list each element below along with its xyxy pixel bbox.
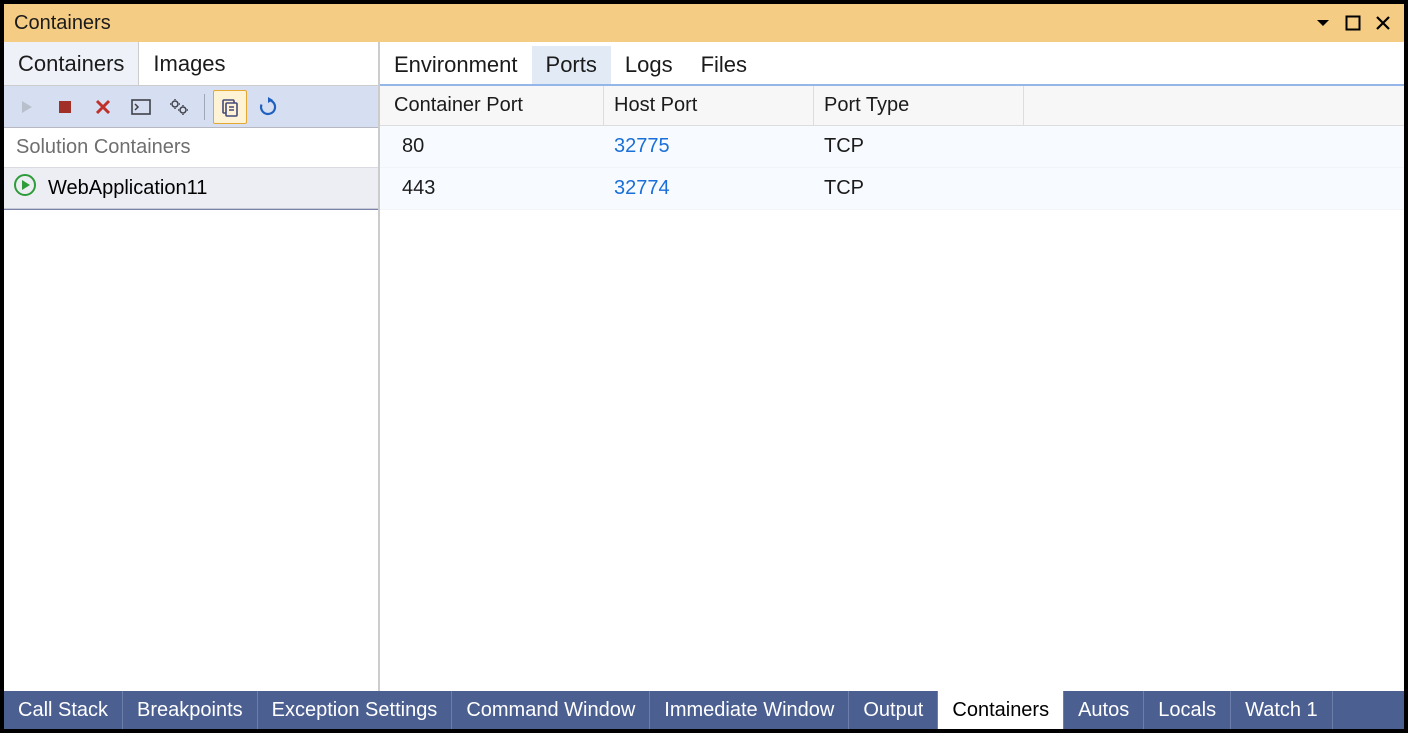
cell-host-port[interactable]: 32774 bbox=[604, 168, 814, 209]
bottom-tab-watch-1[interactable]: Watch 1 bbox=[1231, 691, 1333, 729]
bottom-tab-command-window[interactable]: Command Window bbox=[452, 691, 650, 729]
cell-container-port: 80 bbox=[380, 126, 604, 167]
window-options-button[interactable] bbox=[1308, 4, 1338, 42]
cell-port-type: TCP bbox=[814, 168, 1024, 209]
tab-logs[interactable]: Logs bbox=[611, 46, 687, 84]
ports-table: Container Port Host Port Port Type 80327… bbox=[380, 86, 1404, 210]
run-icon bbox=[14, 174, 36, 202]
table-header: Container Port Host Port Port Type bbox=[380, 86, 1404, 126]
cell-host-port[interactable]: 32775 bbox=[604, 126, 814, 167]
tab-images[interactable]: Images bbox=[139, 42, 239, 85]
toolbar-separator bbox=[204, 94, 205, 120]
col-port-type[interactable]: Port Type bbox=[814, 86, 1024, 125]
maximize-button[interactable] bbox=[1338, 4, 1368, 42]
bottom-tab-immediate-window[interactable]: Immediate Window bbox=[650, 691, 849, 729]
window-frame: Containers Containers Images bbox=[4, 4, 1404, 729]
col-container-port[interactable]: Container Port bbox=[380, 86, 604, 125]
left-panel: Containers Images bbox=[4, 42, 380, 691]
left-toolbar bbox=[4, 86, 378, 128]
bottom-tab-autos[interactable]: Autos bbox=[1064, 691, 1144, 729]
tab-files[interactable]: Files bbox=[687, 46, 761, 84]
titlebar: Containers bbox=[4, 4, 1404, 42]
stop-button[interactable] bbox=[48, 90, 82, 124]
cell-container-port: 443 bbox=[380, 168, 604, 209]
right-panel: Environment Ports Logs Files Container P… bbox=[380, 42, 1404, 691]
bottom-tab-locals[interactable]: Locals bbox=[1144, 691, 1231, 729]
start-button[interactable] bbox=[10, 90, 44, 124]
cell-port-type: TCP bbox=[814, 126, 1024, 167]
close-button[interactable] bbox=[1368, 4, 1398, 42]
solution-containers-header: Solution Containers bbox=[4, 128, 378, 167]
tab-ports[interactable]: Ports bbox=[532, 46, 611, 84]
copy-button[interactable] bbox=[213, 90, 247, 124]
table-row[interactable]: 44332774TCP bbox=[380, 168, 1404, 210]
container-item[interactable]: WebApplication11 bbox=[4, 167, 378, 209]
tab-environment[interactable]: Environment bbox=[380, 46, 532, 84]
window-title: Containers bbox=[4, 12, 111, 35]
bottom-tab-containers[interactable]: Containers bbox=[938, 691, 1064, 729]
bottom-tab-exception-settings[interactable]: Exception Settings bbox=[258, 691, 453, 729]
terminal-button[interactable] bbox=[124, 90, 158, 124]
refresh-button[interactable] bbox=[251, 90, 285, 124]
detail-tabs: Environment Ports Logs Files bbox=[380, 42, 1404, 86]
settings-button[interactable] bbox=[162, 90, 196, 124]
container-name: WebApplication11 bbox=[48, 177, 207, 200]
left-tabs: Containers Images bbox=[4, 42, 378, 86]
bottom-tabstrip: Call StackBreakpointsException SettingsC… bbox=[4, 691, 1404, 729]
bottom-tab-call-stack[interactable]: Call Stack bbox=[4, 691, 123, 729]
bottom-tab-breakpoints[interactable]: Breakpoints bbox=[123, 691, 258, 729]
bottom-tab-output[interactable]: Output bbox=[849, 691, 938, 729]
tab-containers[interactable]: Containers bbox=[4, 42, 139, 85]
col-host-port[interactable]: Host Port bbox=[604, 86, 814, 125]
remove-button[interactable] bbox=[86, 90, 120, 124]
table-row[interactable]: 8032775TCP bbox=[380, 126, 1404, 168]
